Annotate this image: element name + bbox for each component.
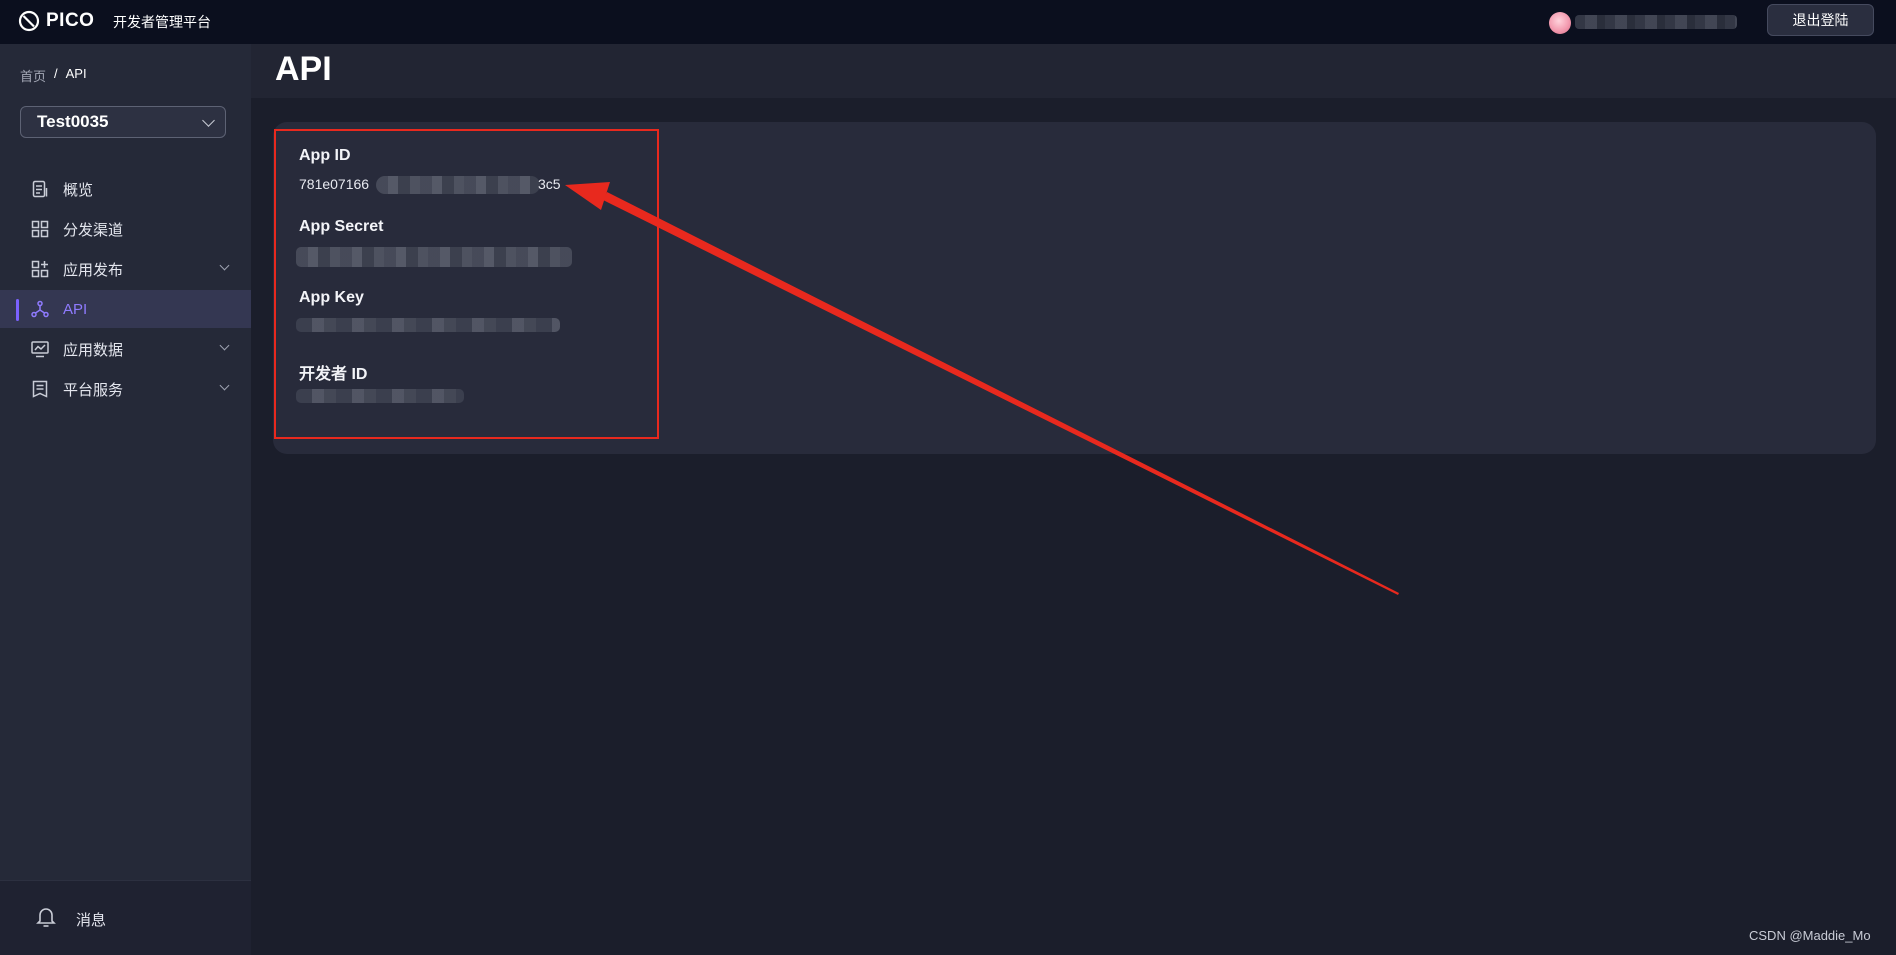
annotation-arrow-head bbox=[565, 182, 610, 210]
watermark: CSDN @Maddie_Mo bbox=[1749, 928, 1871, 943]
annotation-arrow-shaft bbox=[603, 192, 1399, 595]
annotation-arrow bbox=[565, 182, 1399, 595]
